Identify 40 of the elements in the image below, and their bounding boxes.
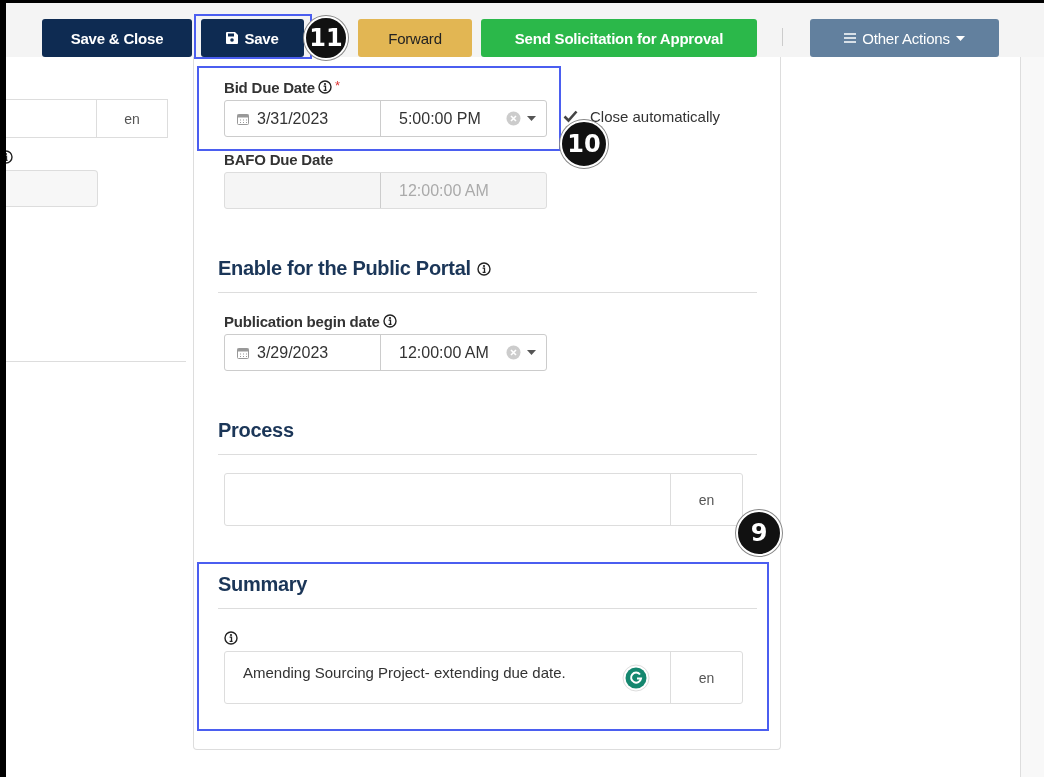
text-area[interactable]: en — [224, 473, 743, 526]
info-icon — [476, 261, 491, 276]
callout-badge: 9 — [736, 510, 782, 556]
clear-icon — [506, 111, 521, 126]
section-heading: Summary — [218, 573, 308, 596]
other-actions-button[interactable]: Other Actions — [810, 19, 999, 57]
caret-icon — [527, 116, 536, 121]
field-label: Bid Due Date — [224, 78, 315, 96]
time-value: 12:00:00 AM — [399, 181, 490, 200]
section-heading: Enable for the Public Portal — [218, 257, 471, 280]
calendar-icon — [237, 112, 249, 125]
field-label: Publication begin date — [224, 312, 380, 330]
time-value: 12:00:00 AM — [399, 343, 490, 362]
checkbox[interactable] — [563, 109, 578, 124]
language-button[interactable]: en — [97, 99, 168, 138]
toolbar-button[interactable]: Save — [201, 19, 304, 57]
date-time-field[interactable]: 3/31/2023 5:00:00 PM — [224, 100, 547, 137]
info-icon — [317, 80, 332, 94]
calendar-icon — [237, 346, 249, 359]
date-value: 3/31/2023 — [257, 109, 329, 128]
toolbar-button[interactable]: Forward — [358, 19, 472, 57]
time-value: 5:00:00 PM — [399, 109, 482, 128]
language-button[interactable]: en — [670, 652, 742, 703]
section-heading: Process — [218, 419, 294, 442]
clear-icon — [506, 345, 521, 360]
grammar-assistant-icon — [622, 664, 650, 692]
caret-icon — [955, 35, 965, 41]
menu-icon — [844, 33, 857, 43]
date-time-field[interactable]: 3/29/2023 12:00:00 AM — [224, 334, 547, 371]
info-icon — [224, 631, 238, 645]
text-area[interactable]: Amending Sourcing Project- extending due date. — [225, 652, 670, 703]
info-icon — [382, 314, 397, 328]
toolbar-button[interactable]: Save & Close — [42, 19, 192, 57]
caret-icon — [527, 350, 536, 355]
date-value: 3/29/2023 — [257, 343, 329, 362]
callout-badge: 11 — [304, 16, 348, 60]
text-field[interactable] — [6, 99, 97, 138]
required-mark: * — [334, 78, 340, 93]
input-field[interactable] — [6, 170, 98, 207]
field-label: BAFO Due Date — [224, 150, 334, 168]
